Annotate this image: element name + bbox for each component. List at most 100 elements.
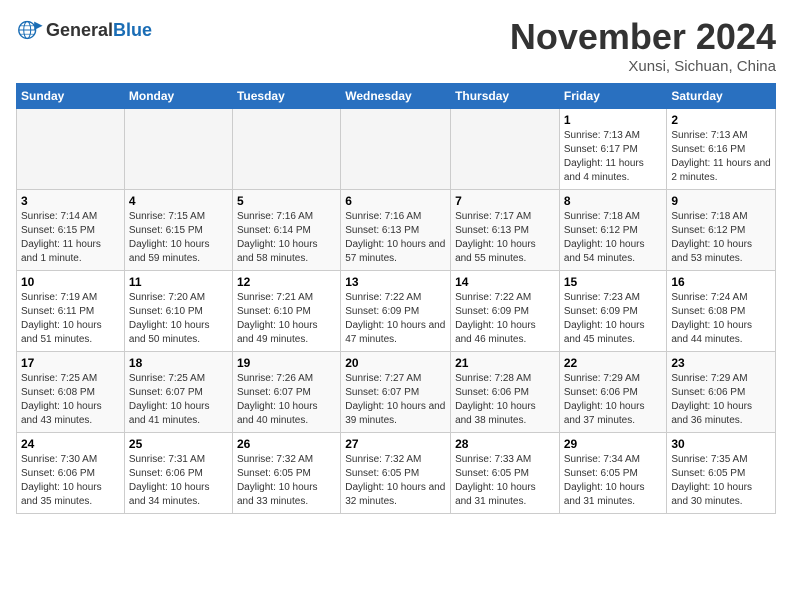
day-number: 23 [671,356,771,370]
week-row-4: 17 Sunrise: 7:25 AMSunset: 6:08 PMDayligh… [17,352,776,433]
day-number: 5 [237,194,336,208]
calendar-cell-w3-d1: 11Sunrise: 7:20 AMSunset: 6:10 PMDayligh… [124,271,232,352]
day-number: 4 [129,194,228,208]
calendar-table: Sunday Monday Tuesday Wednesday Thursday… [16,83,776,514]
week-row-1: 1 Sunrise: 7:13 AMSunset: 6:17 PMDaylight… [17,109,776,190]
day-info: Sunrise: 7:31 AMSunset: 6:06 PMDaylight:… [129,453,228,509]
logo-general-text: General [46,20,113,41]
calendar-cell-w2-d2: 5 Sunrise: 7:16 AMSunset: 6:14 PMDaylight… [232,190,340,271]
day-number: 28 [455,437,555,451]
calendar-cell-w5-d4: 28Sunrise: 7:33 AMSunset: 6:05 PMDayligh… [451,433,560,514]
day-info: Sunrise: 7:13 AMSunset: 6:16 PMDaylight:… [671,129,771,185]
day-number: 15 [564,275,663,289]
day-info: Sunrise: 7:29 AMSunset: 6:06 PMDaylight:… [564,372,663,428]
calendar-cell-w1-d2 [232,109,340,190]
day-info: Sunrise: 7:15 AMSunset: 6:15 PMDaylight:… [129,210,228,266]
calendar-cell-w3-d3: 13 Sunrise: 7:22 AMSunset: 6:09 PMDayligh… [341,271,451,352]
calendar-cell-w2-d6: 9 Sunrise: 7:18 AMSunset: 6:12 PMDaylight… [667,190,776,271]
day-number: 30 [671,437,771,451]
calendar-cell-w1-d1 [124,109,232,190]
day-number: 14 [455,275,555,289]
title-section: November 2024 Xunsi, Sichuan, China [510,16,776,75]
calendar-cell-w4-d2: 19 Sunrise: 7:26 AMSunset: 6:07 PMDayligh… [232,352,340,433]
calendar-cell-w3-d4: 14Sunrise: 7:22 AMSunset: 6:09 PMDayligh… [451,271,560,352]
day-info: Sunrise: 7:21 AMSunset: 6:10 PMDaylight:… [237,291,336,347]
calendar-cell-w4-d0: 17 Sunrise: 7:25 AMSunset: 6:08 PMDayligh… [17,352,125,433]
day-number: 22 [564,356,663,370]
header-saturday: Saturday [667,84,776,109]
day-info: Sunrise: 7:20 AMSunset: 6:10 PMDaylight:… [129,291,228,347]
calendar-cell-w3-d0: 10 Sunrise: 7:19 AMSunset: 6:11 PMDayligh… [17,271,125,352]
day-info: Sunrise: 7:16 AMSunset: 6:14 PMDaylight:… [237,210,336,266]
day-number: 17 [21,356,120,370]
day-info: Sunrise: 7:24 AMSunset: 6:08 PMDaylight:… [671,291,771,347]
day-number: 20 [345,356,446,370]
day-number: 1 [564,113,663,127]
day-info: Sunrise: 7:22 AMSunset: 6:09 PMDaylight:… [345,291,446,347]
day-info: Sunrise: 7:16 AMSunset: 6:13 PMDaylight:… [345,210,446,266]
day-info: Sunrise: 7:29 AMSunset: 6:06 PMDaylight:… [671,372,771,428]
day-info: Sunrise: 7:19 AMSunset: 6:11 PMDaylight:… [21,291,120,347]
header-tuesday: Tuesday [232,84,340,109]
day-info: Sunrise: 7:14 AMSunset: 6:15 PMDaylight:… [21,210,120,266]
calendar-cell-w1-d3 [341,109,451,190]
day-number: 8 [564,194,663,208]
day-info: Sunrise: 7:32 AMSunset: 6:05 PMDaylight:… [345,453,446,509]
calendar-cell-w1-d5: 1 Sunrise: 7:13 AMSunset: 6:17 PMDaylight… [559,109,667,190]
day-info: Sunrise: 7:35 AMSunset: 6:05 PMDaylight:… [671,453,771,509]
calendar-cell-w3-d6: 16 Sunrise: 7:24 AMSunset: 6:08 PMDayligh… [667,271,776,352]
calendar-cell-w4-d6: 23 Sunrise: 7:29 AMSunset: 6:06 PMDayligh… [667,352,776,433]
day-info: Sunrise: 7:30 AMSunset: 6:06 PMDaylight:… [21,453,120,509]
calendar-cell-w4-d1: 18Sunrise: 7:25 AMSunset: 6:07 PMDayligh… [124,352,232,433]
header-friday: Friday [559,84,667,109]
calendar-cell-w2-d3: 6 Sunrise: 7:16 AMSunset: 6:13 PMDaylight… [341,190,451,271]
day-number: 6 [345,194,446,208]
day-number: 24 [21,437,120,451]
day-info: Sunrise: 7:18 AMSunset: 6:12 PMDaylight:… [671,210,771,266]
weekday-header-row: Sunday Monday Tuesday Wednesday Thursday… [17,84,776,109]
calendar-cell-w5-d0: 24 Sunrise: 7:30 AMSunset: 6:06 PMDayligh… [17,433,125,514]
day-info: Sunrise: 7:26 AMSunset: 6:07 PMDaylight:… [237,372,336,428]
calendar-cell-w2-d5: 8 Sunrise: 7:18 AMSunset: 6:12 PMDaylight… [559,190,667,271]
day-number: 25 [129,437,228,451]
day-number: 7 [455,194,555,208]
day-number: 19 [237,356,336,370]
day-info: Sunrise: 7:34 AMSunset: 6:05 PMDaylight:… [564,453,663,509]
calendar-cell-w2-d1: 4 Sunrise: 7:15 AMSunset: 6:15 PMDaylight… [124,190,232,271]
day-number: 21 [455,356,555,370]
day-number: 26 [237,437,336,451]
day-info: Sunrise: 7:32 AMSunset: 6:05 PMDaylight:… [237,453,336,509]
day-number: 13 [345,275,446,289]
calendar-cell-w1-d0 [17,109,125,190]
day-info: Sunrise: 7:25 AMSunset: 6:08 PMDaylight:… [21,372,120,428]
day-info: Sunrise: 7:25 AMSunset: 6:07 PMDaylight:… [129,372,228,428]
day-number: 10 [21,275,120,289]
logo: General Blue [16,16,152,44]
calendar-cell-w5-d5: 29Sunrise: 7:34 AMSunset: 6:05 PMDayligh… [559,433,667,514]
calendar-cell-w5-d3: 27 Sunrise: 7:32 AMSunset: 6:05 PMDayligh… [341,433,451,514]
calendar-cell-w1-d6: 2Sunrise: 7:13 AMSunset: 6:16 PMDaylight… [667,109,776,190]
calendar-cell-w3-d5: 15Sunrise: 7:23 AMSunset: 6:09 PMDayligh… [559,271,667,352]
calendar-cell-w4-d4: 21Sunrise: 7:28 AMSunset: 6:06 PMDayligh… [451,352,560,433]
day-info: Sunrise: 7:13 AMSunset: 6:17 PMDaylight:… [564,129,663,185]
day-info: Sunrise: 7:17 AMSunset: 6:13 PMDaylight:… [455,210,555,266]
header-wednesday: Wednesday [341,84,451,109]
calendar-cell-w4-d3: 20 Sunrise: 7:27 AMSunset: 6:07 PMDayligh… [341,352,451,433]
calendar-cell-w2-d4: 7 Sunrise: 7:17 AMSunset: 6:13 PMDaylight… [451,190,560,271]
calendar-cell-w1-d4 [451,109,560,190]
day-info: Sunrise: 7:27 AMSunset: 6:07 PMDaylight:… [345,372,446,428]
logo-icon [16,16,44,44]
calendar-cell-w5-d6: 30 Sunrise: 7:35 AMSunset: 6:05 PMDayligh… [667,433,776,514]
week-row-2: 3Sunrise: 7:14 AMSunset: 6:15 PMDaylight… [17,190,776,271]
calendar-cell-w3-d2: 12 Sunrise: 7:21 AMSunset: 6:10 PMDayligh… [232,271,340,352]
day-number: 27 [345,437,446,451]
day-number: 12 [237,275,336,289]
day-info: Sunrise: 7:18 AMSunset: 6:12 PMDaylight:… [564,210,663,266]
week-row-3: 10 Sunrise: 7:19 AMSunset: 6:11 PMDayligh… [17,271,776,352]
day-number: 9 [671,194,771,208]
logo-blue-text: Blue [113,20,152,41]
calendar-cell-w4-d5: 22 Sunrise: 7:29 AMSunset: 6:06 PMDayligh… [559,352,667,433]
day-number: 16 [671,275,771,289]
header-section: General Blue November 2024 Xunsi, Sichua… [16,16,776,75]
calendar-cell-w5-d2: 26 Sunrise: 7:32 AMSunset: 6:05 PMDayligh… [232,433,340,514]
